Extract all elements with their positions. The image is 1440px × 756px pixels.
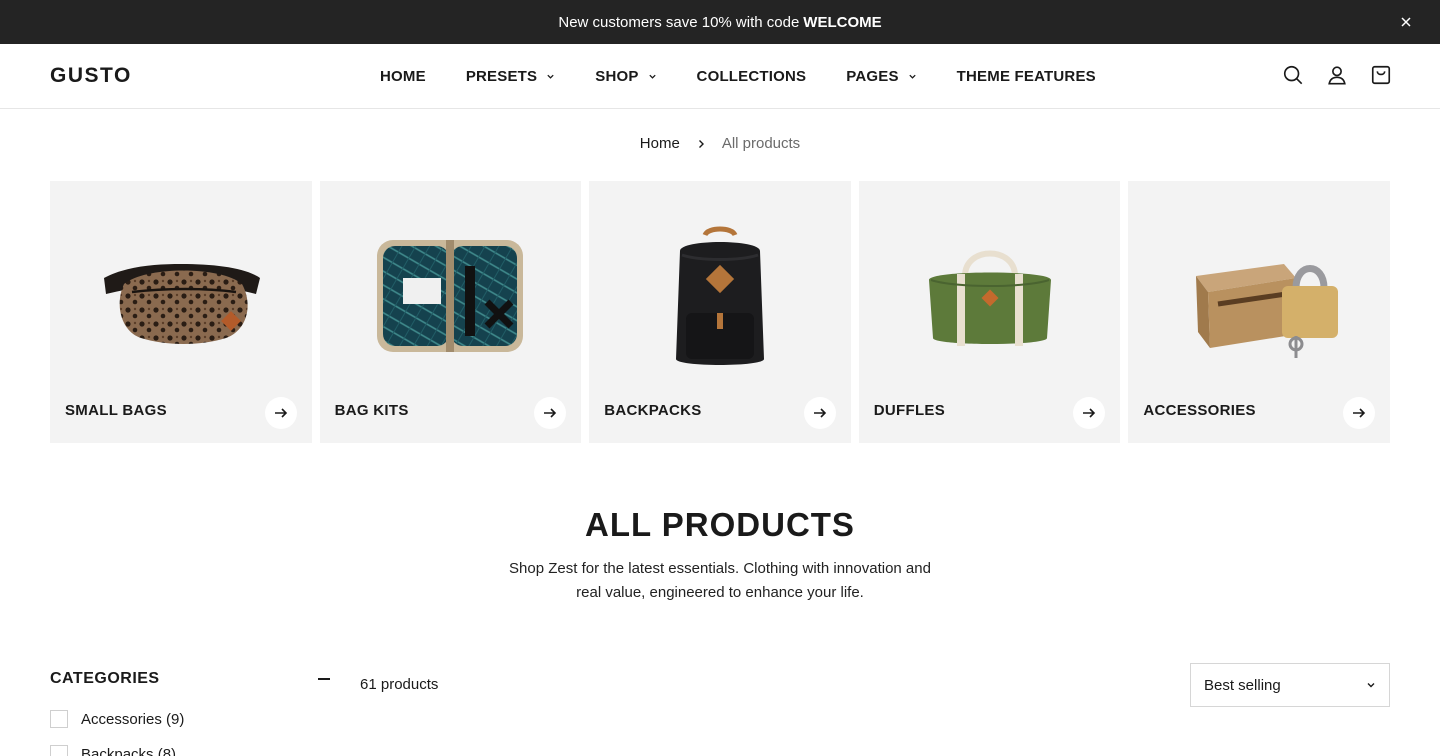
nav-item-shop[interactable]: SHOP [595,68,656,85]
chevron-down-icon [648,74,656,79]
category-label: BAG KITS [334,402,409,419]
nav-item-theme-features[interactable]: THEME FEATURES [957,68,1096,85]
filter-option[interactable]: Accessories (9) [50,710,184,728]
filter-option-label: Accessories (9) [81,710,185,728]
announcement-text: New customers save 10% with code [558,13,800,31]
nav-label: HOME [380,67,426,85]
chevron-down-icon [547,74,554,79]
breadcrumb-current: All products [721,135,801,152]
main-nav: HOME PRESETS SHOP COLLECTIONS PAGES THEM… [380,44,1136,108]
category-card-bag-kits[interactable]: BAG KITS [319,181,582,443]
category-image [320,211,582,381]
category-card-backpacks[interactable]: BACKPACKS [589,181,851,443]
sort-value: Best selling [1204,676,1281,694]
nav-label: PAGES [846,67,899,85]
chevron-right-icon [698,139,704,148]
nav-item-collections[interactable]: COLLECTIONS [697,68,807,85]
announcement-code: WELCOME [803,13,882,31]
chevron-down-icon [1367,683,1375,688]
category-cards: SMALL BAGS BAG KITS BACKPACKS DUFFLES AC… [50,181,1390,443]
category-label: BACKPACKS [604,402,702,419]
sort-select[interactable]: Best selling [1190,663,1390,707]
box-padlock-image [1196,264,1339,358]
search-icon[interactable] [1282,64,1304,86]
page-title: ALL PRODUCTS [585,506,855,543]
filter-group-title[interactable]: CATEGORIES [50,670,160,688]
breadcrumb: Home All products [0,135,1440,152]
collapse-minus-icon[interactable] [318,678,330,680]
chevron-down-icon [909,74,916,79]
nav-item-presets[interactable]: PRESETS [466,68,555,85]
category-label: DUFFLES [873,402,946,419]
filter-option-label: Backpacks (8) [81,745,177,756]
category-image [50,211,312,381]
cart-icon[interactable] [1370,64,1392,86]
category-card-duffles[interactable]: DUFFLES [858,181,1121,443]
nav-item-pages[interactable]: PAGES [846,68,916,85]
category-arrow-button[interactable] [264,397,297,429]
product-count: 61 products [360,676,439,693]
nav-label: COLLECTIONS [696,67,807,85]
arrow-right-icon [544,408,557,418]
arrow-right-icon [813,408,826,418]
close-icon[interactable] [1398,14,1414,30]
category-card-accessories[interactable]: ACCESSORIES [1128,181,1390,443]
category-arrow-button[interactable] [803,397,836,429]
filter-option[interactable]: Backpacks (8) [50,745,176,756]
fanny-pack-image [103,264,260,344]
category-label: SMALL BAGS [65,402,167,419]
logo[interactable]: GUSTO [50,64,150,88]
arrow-right-icon [274,408,287,418]
category-arrow-button[interactable] [1342,397,1375,429]
checkbox[interactable] [50,745,68,756]
category-card-small-bags[interactable]: SMALL BAGS [50,181,312,443]
account-icon[interactable] [1326,64,1348,86]
site-header: GUSTO HOME PRESETS SHOP COLLECTIONS PAGE… [0,44,1440,109]
nav-label: THEME FEATURES [956,67,1096,85]
arrow-right-icon [1083,408,1096,418]
category-arrow-button[interactable] [1073,397,1106,429]
category-image [1128,211,1390,381]
checkbox[interactable] [50,710,68,728]
header-icons [1282,64,1392,86]
arrow-right-icon [1352,408,1366,418]
category-arrow-button[interactable] [534,397,567,429]
kit-case-image [377,240,524,352]
duffle-image [928,250,1051,346]
category-label: ACCESSORIES [1143,402,1256,419]
announcement-bar: New customers save 10% with code WELCOME [0,0,1440,44]
backpack-image [675,226,764,365]
nav-item-home[interactable]: HOME [380,68,426,85]
breadcrumb-home[interactable]: Home [640,135,680,152]
nav-label: SHOP [595,67,639,85]
category-image [589,211,851,381]
category-image [859,211,1121,381]
collection-description: Shop Zest for the latest essentials. Clo… [509,560,931,601]
nav-label: PRESETS [465,67,538,85]
